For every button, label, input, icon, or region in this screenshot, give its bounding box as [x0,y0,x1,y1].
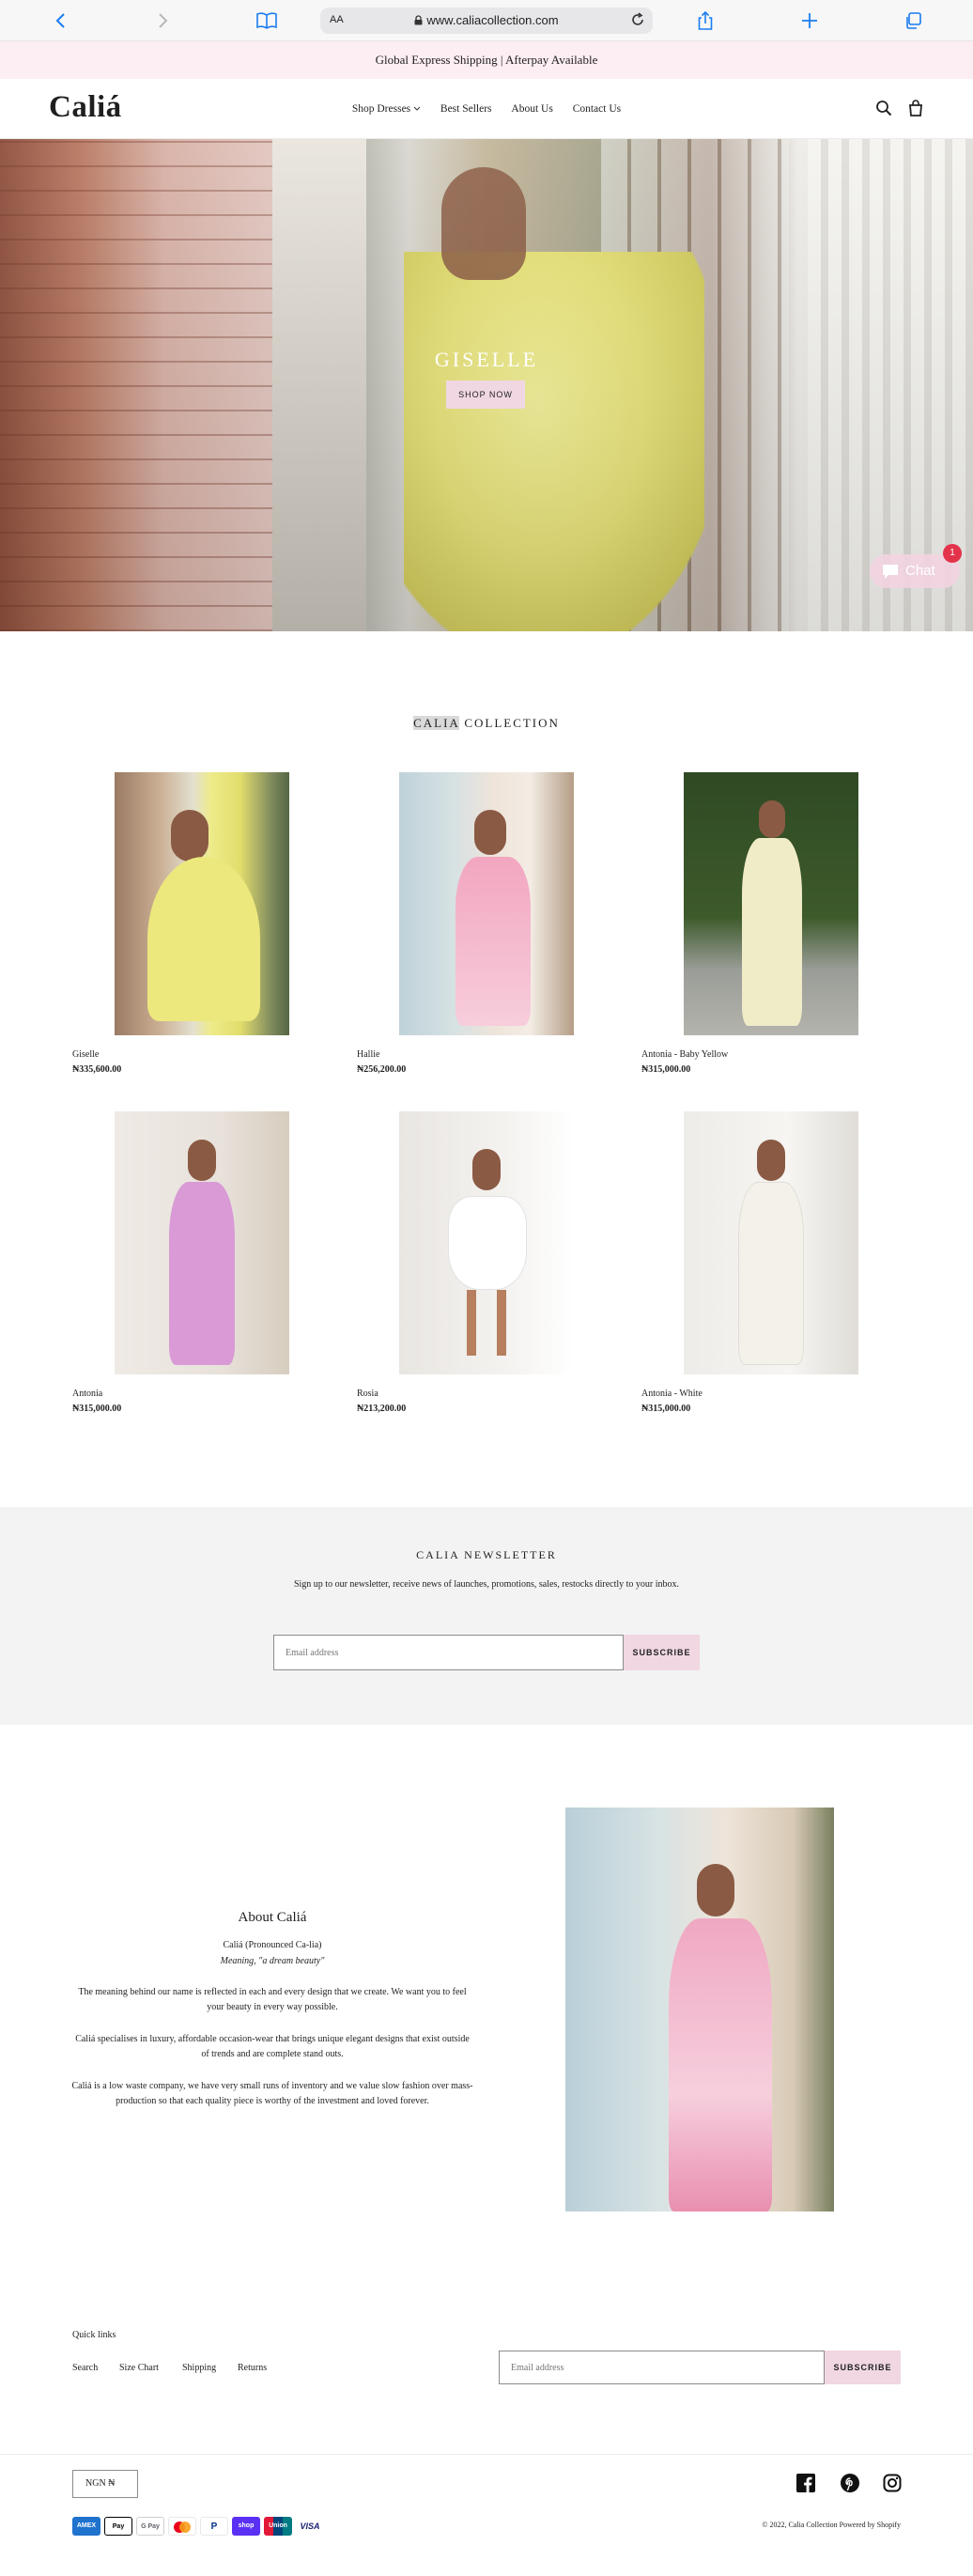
reload-icon[interactable] [630,12,645,27]
footer-link-returns[interactable]: Returns [238,2363,267,2373]
nav-label: Shop Dresses [351,103,411,115]
product-name[interactable]: Hallie [357,1049,601,1060]
footer-link-size-chart[interactable]: Size Chart [119,2363,159,2373]
share-icon[interactable] [692,8,718,34]
newsletter-title: CALIA NEWSLETTER [416,1548,557,1561]
product-name[interactable]: Antonia - White [641,1389,886,1399]
nav-shop-dresses[interactable]: Shop Dresses [352,103,421,115]
browser-toolbar: AA www.caliacollection.com [0,0,973,41]
footer-email-input[interactable] [499,2351,825,2384]
product-price: ₦315,000.00 [641,1064,691,1075]
paypal-icon: P [200,2517,228,2536]
apple-pay-icon: Pay [104,2517,132,2536]
footer-subscribe-button[interactable]: SUBSCRIBE [825,2351,901,2384]
nav-contact-us[interactable]: Contact Us [573,103,621,115]
chat-label: Chat [905,563,935,579]
product-price: ₦256,200.00 [357,1064,407,1075]
google-pay-icon: G Pay [136,2517,164,2536]
product-image[interactable] [115,1111,289,1374]
currency-selector[interactable]: NGN ₦ [72,2470,138,2498]
unionpay-icon: Union [264,2517,292,2536]
nav-best-sellers[interactable]: Best Sellers [440,103,492,115]
quick-links-label: Quick links [72,2330,116,2340]
shop-now-button[interactable]: SHOP NOW [446,380,525,409]
visa-icon: VISA [296,2517,324,2536]
chevron-down-icon [413,106,421,111]
product-price: ₦315,000.00 [72,1404,122,1414]
cart-icon[interactable] [907,100,924,116]
newsletter-email-input[interactable] [273,1635,624,1670]
address-bar[interactable]: AA www.caliacollection.com [320,8,653,34]
announcement-bar: Global Express Shipping | Afterpay Avail… [0,41,973,79]
copyright-text: © 2022, Calia Collection Powered by Shop… [762,2521,901,2529]
product-card[interactable]: Giselle ₦335,600.00 [72,772,289,1075]
product-card[interactable]: Antonia - Baby Yellow ₦315,000.00 [641,772,858,1075]
about-paragraph-1-line-2: your beauty in every way possible. [207,2002,338,2012]
main-nav: Shop Dresses Best Sellers About Us Conta… [0,103,973,115]
about-meaning: Meaning, "a dream beauty" [220,1956,325,1966]
about-paragraph-1-line-1: The meaning behind our name is reflected… [78,1987,467,1997]
product-image[interactable] [115,772,289,1035]
product-price: ₦315,000.00 [641,1404,691,1414]
amex-icon: AMEX [72,2517,100,2536]
facebook-icon[interactable] [796,2474,815,2492]
product-card[interactable]: Antonia ₦315,000.00 [72,1111,289,1414]
about-paragraph-2-line-2: of trends and are complete stand outs. [201,2049,344,2059]
mastercard-icon [168,2517,196,2536]
about-paragraph-3-line-1: Caliá is a low waste company, we have ve… [71,2081,473,2091]
product-name[interactable]: Giselle [72,1049,317,1060]
product-name[interactable]: Rosia [357,1389,601,1399]
footer-divider [0,2454,973,2455]
collection-title: CALIA COLLECTION [0,716,973,731]
product-image[interactable] [399,772,574,1035]
collection-title-highlight: CALIA [413,716,460,730]
product-card[interactable]: Hallie ₦256,200.00 [357,772,574,1075]
product-price: ₦213,200.00 [357,1404,407,1414]
new-tab-icon[interactable] [796,8,823,34]
newsletter-text: Sign up to our newsletter, receive news … [293,1579,680,1590]
about-paragraph-2-line-1: Caliá specialises in luxury, affordable … [75,2034,470,2044]
newsletter-subscribe-button[interactable]: SUBSCRIBE [624,1635,700,1670]
forward-icon[interactable] [150,8,177,34]
product-card[interactable]: Rosia ₦213,200.00 [357,1111,574,1414]
product-image[interactable] [684,772,858,1035]
url-text: www.caliacollection.com [426,13,559,27]
search-icon[interactable] [875,100,892,116]
nav-about-us[interactable]: About Us [511,103,552,115]
product-name[interactable]: Antonia - Baby Yellow [641,1049,886,1060]
shop-pay-icon: shop [232,2517,260,2536]
tabs-icon[interactable] [900,8,926,34]
newsletter-section: CALIA NEWSLETTER Sign up to our newslett… [0,1507,973,1725]
about-pronounced: Caliá (Pronounced Ca-lia) [223,1940,322,1950]
lock-icon [414,15,423,25]
hero-title: GISELLE [434,348,539,371]
product-card[interactable]: Antonia - White ₦315,000.00 [641,1111,858,1414]
bookmarks-icon[interactable] [254,8,280,34]
footer-link-shipping[interactable]: Shipping [182,2363,216,2373]
product-image[interactable] [684,1111,858,1374]
product-price: ₦335,600.00 [72,1064,122,1075]
product-image[interactable] [399,1111,574,1374]
pinterest-icon[interactable] [841,2474,859,2492]
product-name[interactable]: Antonia [72,1389,317,1399]
about-image [565,1808,834,2211]
chat-icon [883,565,898,579]
about-paragraph-3-line-2: production so that each quality piece is… [116,2096,429,2106]
about-title: About Caliá [238,1910,307,1925]
collection-title-rest: COLLECTION [464,716,560,730]
instagram-icon[interactable] [883,2474,902,2492]
hero-banner[interactable]: GISELLE SHOP NOW [0,139,973,631]
back-icon[interactable] [47,8,73,34]
footer-link-search[interactable]: Search [72,2363,98,2373]
chat-badge: 1 [943,544,962,563]
site-header: Caliá Shop Dresses Best Sellers About Us… [0,79,973,139]
